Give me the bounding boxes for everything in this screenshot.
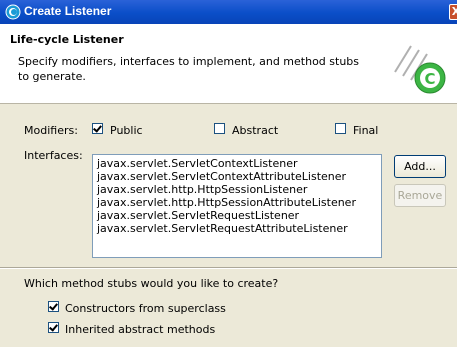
list-item[interactable]: javax.servlet.ServletContextListener <box>97 157 381 170</box>
interfaces-label: Interfaces: <box>24 149 83 162</box>
constructors-label: Constructors from superclass <box>65 302 226 315</box>
abstract-label: Abstract <box>232 124 279 137</box>
constructors-checkbox[interactable] <box>48 301 59 312</box>
separator <box>0 267 457 269</box>
public-checkbox[interactable] <box>92 123 103 134</box>
list-item[interactable]: javax.servlet.ServletRequestAttributeLis… <box>97 222 381 235</box>
list-item[interactable]: javax.servlet.http.HttpSessionListener <box>97 183 381 196</box>
close-button[interactable]: X <box>449 4 457 20</box>
list-item[interactable]: javax.servlet.http.HttpSessionAttributeL… <box>97 196 381 209</box>
stubs-question: Which method stubs would you like to cre… <box>24 277 279 290</box>
page-description: Specify modifiers, interfaces to impleme… <box>18 55 360 83</box>
final-checkbox[interactable] <box>335 123 346 134</box>
list-item[interactable]: javax.servlet.ServletRequestListener <box>97 209 381 222</box>
eclipse-icon <box>5 4 21 20</box>
final-label: Final <box>353 124 379 137</box>
new-class-wizard-icon: C <box>394 45 446 94</box>
wizard-banner: Life-cycle Listener Specify modifiers, i… <box>0 24 457 104</box>
inherited-methods-checkbox[interactable] <box>48 322 59 333</box>
modifiers-label: Modifiers: <box>24 124 78 137</box>
window-title: Create Listener <box>24 4 112 18</box>
list-item[interactable]: javax.servlet.ServletContextAttributeLis… <box>97 170 381 183</box>
inherited-methods-label: Inherited abstract methods <box>65 323 216 336</box>
title-bar: Create Listener X <box>0 0 457 24</box>
interfaces-list[interactable]: javax.servlet.ServletContextListener jav… <box>92 154 382 258</box>
public-label: Public <box>110 124 143 137</box>
page-title: Life-cycle Listener <box>10 33 124 46</box>
add-button[interactable]: Add... <box>394 155 446 178</box>
remove-button[interactable]: Remove <box>394 184 446 207</box>
svg-text:C: C <box>424 70 435 88</box>
abstract-checkbox[interactable] <box>214 123 225 134</box>
